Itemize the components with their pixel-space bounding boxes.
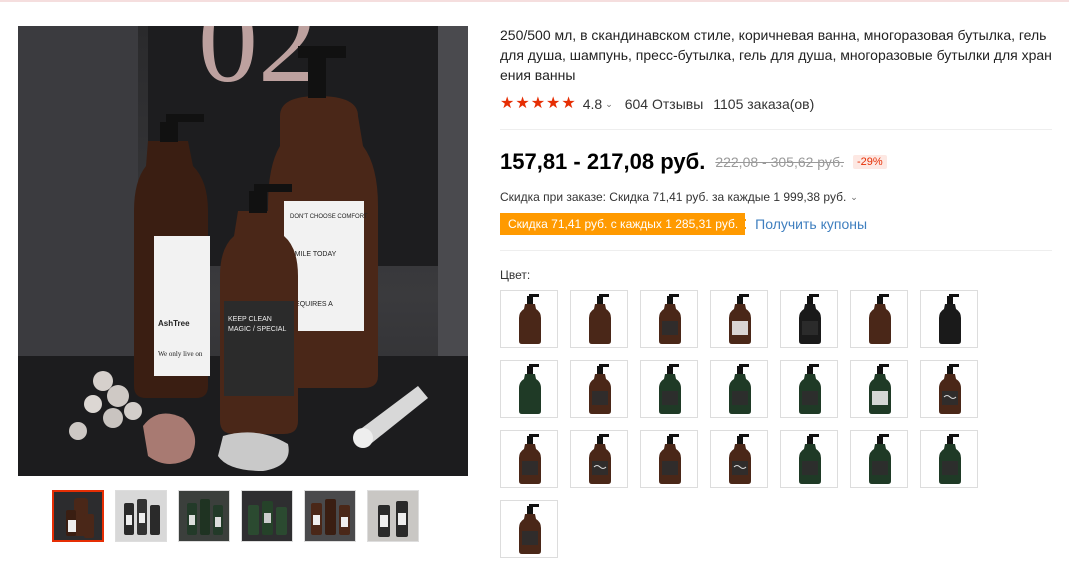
color-swatch-15[interactable]	[500, 430, 558, 488]
color-swatch-6[interactable]	[850, 290, 908, 348]
chevron-down-icon[interactable]: ⌄	[850, 192, 858, 203]
order-discount[interactable]: Скидка при заказе: Скидка 71,41 руб. за …	[500, 190, 858, 204]
coupon-row: Скидка 71,41 руб. с каждых 1 285,31 руб.…	[500, 213, 867, 235]
rating-value[interactable]: 4.8	[583, 96, 602, 112]
rating-row: ★ ★ ★ ★ ★ 4.8 ⌄ 604 Отзывы 1105 заказа(о…	[500, 94, 814, 114]
divider	[500, 250, 1052, 251]
color-swatch-8[interactable]	[500, 360, 558, 418]
color-label: Цвет:	[500, 268, 531, 282]
color-swatch-16[interactable]	[570, 430, 628, 488]
color-swatch-1[interactable]	[500, 290, 558, 348]
top-border	[0, 0, 1069, 2]
color-swatch-5[interactable]	[780, 290, 838, 348]
main-product-image[interactable]: 02 DON'T CHOOSE COMFORT SMILE TODAY REQU…	[18, 26, 468, 476]
discount-badge: -29%	[853, 155, 887, 169]
color-swatch-22[interactable]	[500, 500, 558, 558]
coupon-tag[interactable]: Скидка 71,41 руб. с каждых 1 285,31 руб.	[500, 213, 748, 235]
get-coupons-link[interactable]: Получить купоны	[755, 216, 867, 232]
color-swatch-13[interactable]	[850, 360, 908, 418]
color-swatch-17[interactable]	[640, 430, 698, 488]
thumbnail-2[interactable]	[115, 490, 167, 542]
product-title: 250/500 мл, в скандинавском стиле, корич…	[500, 27, 1052, 83]
thumbnail-strip	[52, 490, 419, 542]
color-swatch-7[interactable]	[920, 290, 978, 348]
svg-text:We only live on: We only live on	[158, 350, 203, 358]
price-row: 157,81 - 217,08 руб. 222,08 - 305,62 руб…	[500, 148, 887, 176]
color-swatch-2[interactable]	[570, 290, 628, 348]
chevron-down-icon[interactable]: ⌄	[605, 99, 613, 110]
star-icon: ★	[561, 95, 576, 112]
color-swatch-4[interactable]	[710, 290, 768, 348]
star-icon: ★	[546, 95, 561, 112]
svg-text:AshTree: AshTree	[158, 319, 190, 328]
orders-count: 1105 заказа(ов)	[713, 96, 815, 112]
thumbnail-5[interactable]	[304, 490, 356, 542]
thumbnail-1[interactable]	[52, 490, 104, 542]
star-icon: ★	[515, 95, 530, 112]
color-swatch-20[interactable]	[850, 430, 908, 488]
thumbnail-3[interactable]	[178, 490, 230, 542]
color-swatch-14[interactable]	[920, 360, 978, 418]
bottles-illustration: 02 DON'T CHOOSE COMFORT SMILE TODAY REQU…	[18, 26, 468, 476]
color-swatch-3[interactable]	[640, 290, 698, 348]
color-swatch-12[interactable]	[780, 360, 838, 418]
star-icon: ★	[530, 95, 546, 112]
star-icon: ★	[500, 95, 515, 112]
price: 157,81 - 217,08 руб.	[500, 149, 706, 174]
divider	[500, 129, 1052, 130]
color-swatch-10[interactable]	[640, 360, 698, 418]
color-swatch-21[interactable]	[920, 430, 978, 488]
reviews-link[interactable]: 604 Отзывы	[625, 96, 704, 112]
svg-text:MAGIC / SPECIAL: MAGIC / SPECIAL	[228, 326, 286, 333]
order-discount-text: Скидка при заказе: Скидка 71,41 руб. за …	[500, 190, 847, 204]
svg-text:DON'T CHOOSE COMFORT: DON'T CHOOSE COMFORT	[290, 214, 368, 220]
svg-text:SMILE TODAY: SMILE TODAY	[290, 251, 337, 258]
thumbnail-6[interactable]	[367, 490, 419, 542]
color-swatch-19[interactable]	[780, 430, 838, 488]
old-price: 222,08 - 305,62 руб.	[715, 154, 844, 170]
color-swatch-11[interactable]	[710, 360, 768, 418]
thumbnail-4[interactable]	[241, 490, 293, 542]
color-swatch-9[interactable]	[570, 360, 628, 418]
svg-text:02: 02	[198, 26, 318, 107]
svg-text:KEEP CLEAN: KEEP CLEAN	[228, 316, 272, 323]
color-swatch-18[interactable]	[710, 430, 768, 488]
rating-stars: ★ ★ ★ ★ ★	[500, 96, 576, 112]
